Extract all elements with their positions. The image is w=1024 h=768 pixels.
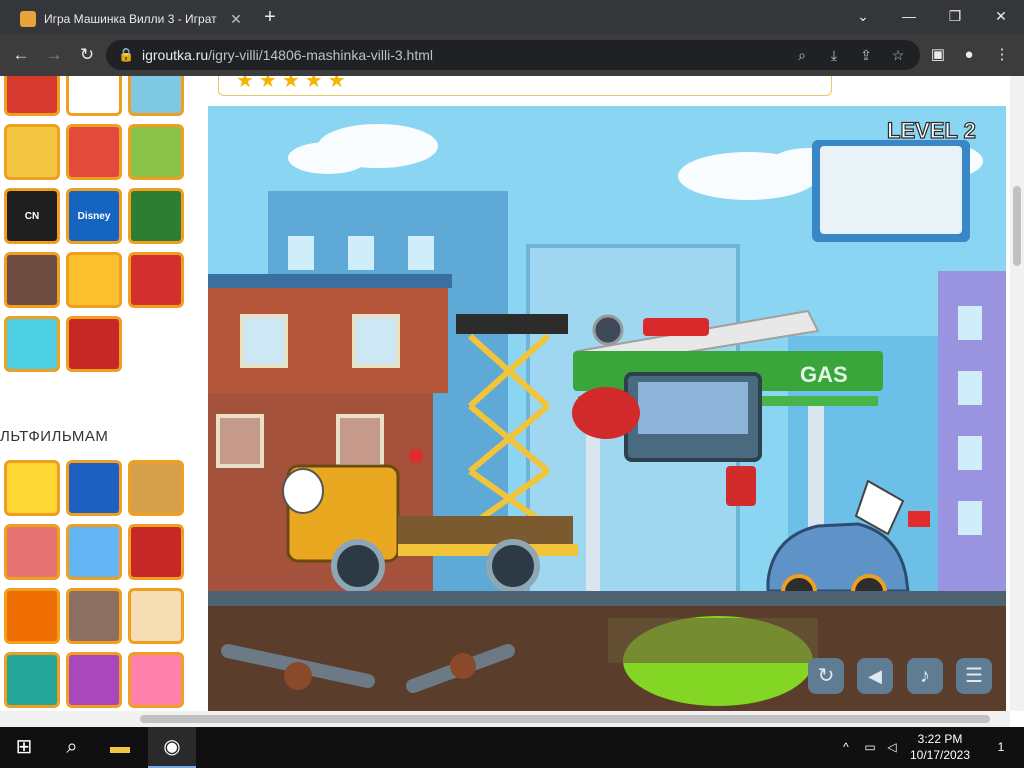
game-thumbnail[interactable]: CN (4, 188, 60, 244)
sound-icon[interactable]: ◀ (857, 658, 893, 694)
game-thumbnail[interactable] (66, 588, 122, 644)
install-app-icon[interactable]: ⤓ (822, 43, 846, 67)
network-icon[interactable]: ▭ (860, 727, 880, 768)
category-title: ЛЬТФИЛЬМАМ (0, 428, 109, 445)
share-icon[interactable]: ⇪ (854, 43, 878, 67)
url-path: /igry-villi/14806-mashinka-villi-3.html (208, 47, 433, 63)
horizontal-scrollbar[interactable] (0, 711, 1010, 727)
tab-close-icon[interactable]: ✕ (224, 11, 248, 28)
reload-icon[interactable]: ↻ (74, 42, 100, 68)
back-arrow-icon[interactable]: ← (8, 42, 34, 68)
game-thumbnail[interactable] (66, 76, 122, 116)
horizontal-scroll-thumb[interactable] (140, 715, 990, 723)
game-thumbnail[interactable] (128, 188, 184, 244)
game-thumbnail[interactable] (4, 524, 60, 580)
restart-icon[interactable]: ↻ (808, 658, 844, 694)
games-sidebar: CN Disney ЛЬТФИЛЬМАМ (0, 76, 196, 711)
restore-icon[interactable]: ❐ (932, 0, 978, 34)
game-thumbnail[interactable] (66, 460, 122, 516)
vertical-scrollbar[interactable] (1010, 76, 1024, 711)
game-thumbnail[interactable] (66, 524, 122, 580)
game-thumbnail[interactable] (128, 588, 184, 644)
close-window-icon[interactable]: ✕ (978, 0, 1024, 34)
chrome-taskbar-icon[interactable]: ◉ (148, 727, 196, 768)
game-thumbnail[interactable] (4, 652, 60, 708)
game-thumbnail[interactable] (128, 460, 184, 516)
minimize-icon[interactable]: — (886, 0, 932, 34)
windows-taskbar: ⊞ ⌕ ▬ ◉ ^ ▭ ◁ 3:22 PM 10/17/2023 1 (0, 727, 1024, 768)
game-thumbnail[interactable] (128, 252, 184, 308)
game-thumbnail[interactable] (66, 124, 122, 180)
game-thumbnail-label: CN (24, 210, 40, 222)
profile-avatar-icon[interactable]: ● (956, 42, 982, 68)
menu-kebab-icon[interactable]: ⋮ (989, 42, 1015, 68)
site-favicon-icon (20, 11, 36, 27)
page-content: CN Disney ЛЬТФИЛЬМАМ ★★★★★ LEVEL 2 GAS ↻… (0, 76, 1010, 711)
browser-tab[interactable]: Игра Машинка Вилли 3 - Играт ✕ (8, 4, 248, 34)
search-taskbar-icon[interactable]: ⌕ (48, 727, 96, 768)
clock-time: 3:22 PM (917, 732, 963, 746)
file-explorer-icon[interactable]: ▬ (96, 727, 144, 768)
url-host: igroutka.ru (142, 47, 209, 63)
game-thumbnail[interactable] (66, 652, 122, 708)
address-bar[interactable]: 🔒 igroutka.ru/igry-villi/14806-mashinka-… (106, 40, 920, 70)
tab-search-icon[interactable]: ⌄ (840, 0, 886, 34)
search-icon[interactable]: ⌕ (790, 43, 814, 67)
game-thumbnail-label: Disney (77, 210, 111, 222)
rating-stars[interactable]: ★★★★★ (236, 76, 351, 93)
volume-icon[interactable]: ◁ (882, 727, 902, 768)
start-windows-icon[interactable]: ⊞ (0, 727, 48, 768)
forward-arrow-icon[interactable]: → (41, 42, 67, 68)
level-label: LEVEL 2 (887, 118, 976, 143)
game-canvas[interactable]: LEVEL 2 GAS ↻ ◀ ♪ ☰ (208, 106, 1006, 711)
game-thumbnail[interactable] (128, 524, 184, 580)
game-thumbnail[interactable] (4, 316, 60, 372)
game-thumbnail[interactable]: Disney (66, 188, 122, 244)
game-thumbnail[interactable] (128, 76, 184, 116)
browser-tabstrip: Игра Машинка Вилли 3 - Играт ✕ + ⌄ — ❐ ✕ (0, 0, 1024, 34)
side-panel-icon[interactable]: ▣ (925, 42, 951, 68)
tab-title: Игра Машинка Вилли 3 - Играт (44, 12, 217, 26)
notification-count: 1 (997, 740, 1005, 754)
game-thumbnail[interactable] (4, 124, 60, 180)
game-thumbnail[interactable] (4, 252, 60, 308)
lock-icon: 🔒 (118, 47, 135, 62)
menu-icon[interactable]: ☰ (956, 658, 992, 694)
browser-toolbar: ← → ↻ 🔒 igroutka.ru/igry-villi/14806-mas… (0, 34, 1024, 76)
game-thumbnail[interactable] (66, 252, 122, 308)
vertical-scroll-thumb[interactable] (1013, 186, 1021, 266)
music-icon[interactable]: ♪ (907, 658, 943, 694)
new-tab-button[interactable]: + (258, 5, 282, 29)
game-thumbnail[interactable] (4, 76, 60, 116)
gas-sign: GAS (800, 362, 848, 387)
game-thumbnail[interactable] (66, 316, 122, 372)
game-thumbnail[interactable] (4, 588, 60, 644)
taskbar-clock[interactable]: 3:22 PM 10/17/2023 (900, 731, 980, 763)
tray-chevron-icon[interactable]: ^ (836, 727, 856, 768)
bookmark-star-icon[interactable]: ☆ (886, 43, 910, 67)
clock-date: 10/17/2023 (909, 748, 971, 762)
game-thumbnail[interactable] (128, 652, 184, 708)
notifications-icon[interactable]: 1 (986, 727, 1016, 768)
game-thumbnail[interactable] (4, 460, 60, 516)
game-thumbnail[interactable] (128, 124, 184, 180)
